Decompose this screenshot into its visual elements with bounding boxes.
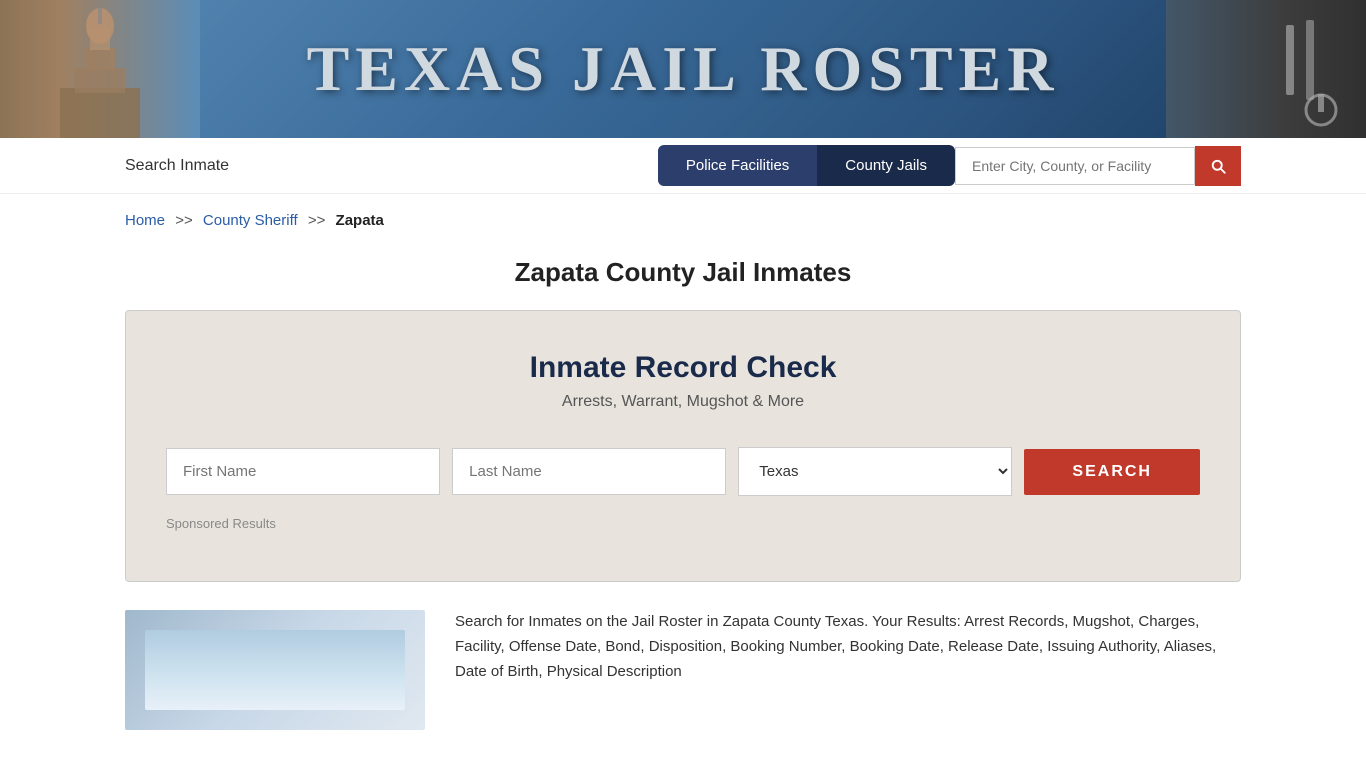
search-inmate-label: Search Inmate	[125, 157, 229, 175]
search-icon	[1209, 157, 1227, 175]
facility-search-button[interactable]	[1195, 146, 1241, 186]
last-name-input[interactable]	[452, 448, 726, 495]
county-jails-button[interactable]: County Jails	[817, 145, 955, 186]
page-title: Zapata County Jail Inmates	[0, 257, 1366, 288]
breadcrumb-home-link[interactable]: Home	[125, 212, 165, 229]
nav-buttons: Police Facilities County Jails	[658, 145, 1241, 186]
banner-right-image	[1166, 0, 1366, 138]
police-facilities-button[interactable]: Police Facilities	[658, 145, 817, 186]
breadcrumb: Home >> County Sheriff >> Zapata	[0, 194, 1366, 239]
breadcrumb-current: Zapata	[336, 212, 384, 229]
record-check-box: Inmate Record Check Arrests, Warrant, Mu…	[125, 310, 1241, 582]
breadcrumb-county-sheriff-link[interactable]: County Sheriff	[203, 212, 298, 229]
search-form-row: AlabamaAlaskaArizonaArkansasCaliforniaCo…	[166, 447, 1200, 496]
bottom-description: Search for Inmates on the Jail Roster in…	[455, 610, 1241, 730]
site-title: Texas Jail Roster	[307, 32, 1060, 106]
breadcrumb-separator-1: >>	[175, 212, 193, 229]
state-select[interactable]: AlabamaAlaskaArizonaArkansasCaliforniaCo…	[738, 447, 1012, 496]
first-name-input[interactable]	[166, 448, 440, 495]
record-check-heading: Inmate Record Check	[166, 351, 1200, 385]
sponsored-label: Sponsored Results	[166, 516, 1200, 531]
capitol-icon	[20, 8, 180, 138]
header-banner: Texas Jail Roster	[0, 0, 1366, 138]
page-title-area: Zapata County Jail Inmates	[0, 239, 1366, 310]
bottom-image	[125, 610, 425, 730]
bottom-section: Search for Inmates on the Jail Roster in…	[0, 610, 1366, 730]
facility-search-input[interactable]	[955, 147, 1195, 185]
breadcrumb-separator-2: >>	[308, 212, 326, 229]
banner-left-image	[0, 0, 200, 138]
keys-icon	[1166, 0, 1366, 138]
record-check-subtitle: Arrests, Warrant, Mugshot & More	[166, 393, 1200, 411]
record-search-button[interactable]: SEARCH	[1024, 449, 1200, 495]
nav-bar: Search Inmate Police Facilities County J…	[0, 138, 1366, 194]
